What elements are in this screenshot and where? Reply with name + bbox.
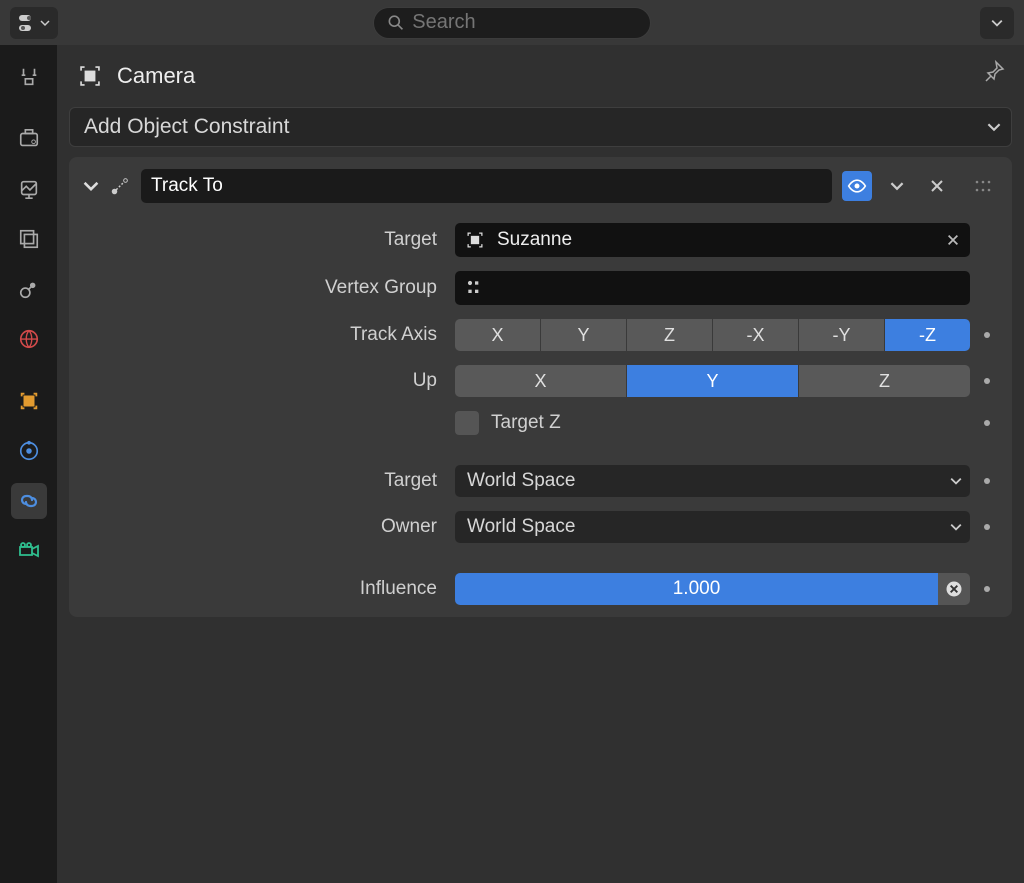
track-axis-label: Track Axis: [83, 324, 455, 346]
object-icon: [18, 390, 40, 412]
grip-icon: [974, 179, 992, 193]
constraint-properties-panel: Camera Add Object Constraint Track To: [57, 45, 1024, 883]
constraint-panel: Track To Target: [69, 157, 1012, 617]
vertex-group-label: Vertex Group: [83, 277, 455, 299]
track-axis-option-negy[interactable]: -Y: [799, 319, 885, 351]
tab-view-layer[interactable]: [11, 221, 47, 257]
tab-world[interactable]: [11, 321, 47, 357]
chevron-down-icon: [83, 178, 99, 194]
eye-icon: [847, 176, 867, 196]
tab-scene[interactable]: [11, 271, 47, 307]
tab-constraints[interactable]: [11, 483, 47, 519]
render-icon: [18, 128, 40, 150]
tool-icon: [18, 66, 40, 88]
up-axis-option-x[interactable]: X: [455, 365, 627, 397]
up-axis-option-y[interactable]: Y: [627, 365, 799, 397]
chevron-down-icon: [40, 18, 50, 28]
tab-physics[interactable]: [11, 433, 47, 469]
target-space-label: Target: [83, 470, 455, 492]
up-label: Up: [83, 370, 455, 392]
tab-data[interactable]: [11, 533, 47, 569]
delete-constraint-button[interactable]: [922, 171, 952, 201]
properties-tabs: [0, 45, 57, 883]
options-button[interactable]: [980, 7, 1014, 39]
world-icon: [18, 328, 40, 350]
target-z-label: Target Z: [491, 412, 561, 434]
object-box-icon: [77, 63, 103, 89]
view-layer-icon: [18, 228, 40, 250]
scene-icon: [18, 278, 40, 300]
track-axis-option-z[interactable]: Z: [627, 319, 713, 351]
editor-type-button[interactable]: [10, 7, 58, 39]
animate-dot[interactable]: [984, 378, 990, 384]
extras-menu[interactable]: [882, 171, 912, 201]
topbar: [0, 0, 1024, 45]
collapse-toggle[interactable]: [83, 178, 99, 194]
chevron-down-icon: [950, 521, 962, 533]
tab-render[interactable]: [11, 121, 47, 157]
tab-object[interactable]: [11, 383, 47, 419]
up-axis-option-z[interactable]: Z: [799, 365, 970, 397]
track-axis-option-negx[interactable]: -X: [713, 319, 799, 351]
drag-handle[interactable]: [968, 171, 998, 201]
breadcrumb-object-name: Camera: [117, 63, 195, 89]
target-picker[interactable]: Suzanne: [455, 223, 970, 257]
pin-icon: [982, 59, 1006, 83]
tab-output[interactable]: [11, 171, 47, 207]
animate-dot[interactable]: [984, 524, 990, 530]
constraint-name-field[interactable]: Track To: [141, 169, 832, 203]
chevron-down-icon: [987, 120, 1001, 134]
owner-space-select[interactable]: World Space: [455, 511, 970, 543]
close-icon: [929, 178, 945, 194]
vertex-group-icon: [465, 278, 485, 298]
pin-button[interactable]: [982, 59, 1006, 83]
influence-value: 1.000: [673, 578, 721, 600]
target-value: Suzanne: [497, 229, 572, 251]
tab-tool[interactable]: [11, 59, 47, 95]
chevron-down-icon: [991, 17, 1003, 29]
track-to-icon: [109, 175, 131, 197]
physics-icon: [18, 440, 40, 462]
animate-dot[interactable]: [984, 586, 990, 592]
breadcrumb: Camera: [57, 45, 1024, 107]
animate-dot[interactable]: [984, 478, 990, 484]
track-axis-toggle: XYZ-X-Y-Z: [455, 319, 970, 351]
search-icon: [388, 14, 404, 32]
chevron-down-icon: [950, 475, 962, 487]
add-object-constraint-dropdown[interactable]: Add Object Constraint: [69, 107, 1012, 147]
influence-label: Influence: [83, 578, 455, 600]
animate-dot[interactable]: [984, 420, 990, 426]
properties-editor-icon: [18, 13, 38, 33]
constraint-name: Track To: [151, 175, 223, 197]
mute-toggle[interactable]: [842, 171, 872, 201]
camera-icon: [17, 539, 41, 563]
close-icon[interactable]: [946, 233, 960, 247]
animate-dot[interactable]: [984, 332, 990, 338]
output-icon: [18, 178, 40, 200]
target-z-checkbox[interactable]: [455, 411, 479, 435]
target-space-value: World Space: [467, 470, 575, 492]
up-axis-toggle: XYZ: [455, 365, 970, 397]
influence-slider[interactable]: 1.000: [455, 573, 938, 605]
object-box-icon: [465, 230, 485, 250]
add-constraint-label: Add Object Constraint: [84, 115, 289, 139]
chevron-down-icon: [890, 179, 904, 193]
owner-space-value: World Space: [467, 516, 575, 538]
track-axis-option-y[interactable]: Y: [541, 319, 627, 351]
search-field[interactable]: [373, 7, 651, 39]
target-label: Target: [83, 229, 455, 251]
target-space-select[interactable]: World Space: [455, 465, 970, 497]
constraints-icon: [17, 489, 41, 513]
track-axis-option-negz[interactable]: -Z: [885, 319, 970, 351]
owner-space-label: Owner: [83, 516, 455, 538]
influence-reset-button[interactable]: [938, 573, 970, 605]
track-axis-option-x[interactable]: X: [455, 319, 541, 351]
vertex-group-picker[interactable]: [455, 271, 970, 305]
close-circle-icon: [944, 579, 964, 599]
search-input[interactable]: [412, 11, 636, 34]
